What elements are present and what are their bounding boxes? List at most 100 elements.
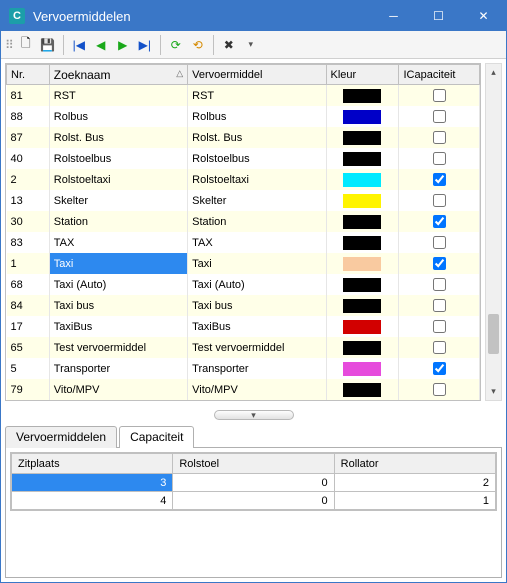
table-row[interactable]: 13SkelterSkelter: [7, 190, 480, 211]
cell-nr[interactable]: 68: [7, 274, 50, 295]
minimize-button[interactable]: ─: [371, 1, 416, 31]
cell-capaciteit[interactable]: [399, 316, 480, 337]
cell-zoeknaam[interactable]: Transporter: [49, 358, 187, 379]
cell-vervoermiddel[interactable]: Rolst. Bus: [188, 127, 326, 148]
cell-zoeknaam[interactable]: Rolstoeltaxi: [49, 169, 187, 190]
cell-kleur[interactable]: [326, 85, 399, 107]
cell-kleur[interactable]: [326, 274, 399, 295]
save-button[interactable]: 💾: [38, 35, 58, 55]
table-row[interactable]: 84Taxi busTaxi bus: [7, 295, 480, 316]
cell-nr[interactable]: 87: [7, 127, 50, 148]
capaciteit-checkbox[interactable]: [433, 278, 446, 291]
cell-vervoermiddel[interactable]: Rolstoeltaxi: [188, 169, 326, 190]
main-grid[interactable]: Nr. Zoeknaam△ Vervoermiddel Kleur ICapac…: [5, 63, 481, 401]
cell-rollator[interactable]: 1: [334, 492, 495, 510]
cell-vervoermiddel[interactable]: RST: [188, 85, 326, 107]
cell-rolstoel[interactable]: 0: [173, 492, 334, 510]
capaciteit-checkbox[interactable]: [433, 131, 446, 144]
cell-zoeknaam[interactable]: TAX: [49, 232, 187, 253]
cell-capaciteit[interactable]: [399, 295, 480, 316]
cell-nr[interactable]: 30: [7, 211, 50, 232]
capaciteit-checkbox[interactable]: [433, 194, 446, 207]
cell-capaciteit[interactable]: [399, 274, 480, 295]
last-button[interactable]: ▶|: [135, 35, 155, 55]
col-nr[interactable]: Nr.: [7, 65, 50, 85]
next-button[interactable]: ▶: [113, 35, 133, 55]
cell-kleur[interactable]: [326, 106, 399, 127]
cell-capaciteit[interactable]: [399, 106, 480, 127]
col-zitplaats[interactable]: Zitplaats: [12, 454, 173, 474]
refresh-button[interactable]: ⟳: [166, 35, 186, 55]
undo-button[interactable]: ⟲: [188, 35, 208, 55]
col-rollator[interactable]: Rollator: [334, 454, 495, 474]
capaciteit-checkbox[interactable]: [433, 215, 446, 228]
capaciteit-checkbox[interactable]: [433, 362, 446, 375]
cell-capaciteit[interactable]: [399, 190, 480, 211]
cell-zoeknaam[interactable]: Station: [49, 211, 187, 232]
cell-kleur[interactable]: [326, 211, 399, 232]
cell-capaciteit[interactable]: [399, 127, 480, 148]
cell-kleur[interactable]: [326, 316, 399, 337]
cell-kleur[interactable]: [326, 232, 399, 253]
capaciteit-checkbox[interactable]: [433, 257, 446, 270]
first-button[interactable]: |◀: [69, 35, 89, 55]
col-capaciteit[interactable]: ICapaciteit: [399, 65, 480, 85]
cell-nr[interactable]: 88: [7, 106, 50, 127]
capaciteit-checkbox[interactable]: [433, 341, 446, 354]
table-row[interactable]: 68Taxi (Auto)Taxi (Auto): [7, 274, 480, 295]
table-row[interactable]: 65Test vervoermiddelTest vervoermiddel: [7, 337, 480, 358]
capaciteit-checkbox[interactable]: [433, 236, 446, 249]
cell-vervoermiddel[interactable]: Taxi (Auto): [188, 274, 326, 295]
cell-nr[interactable]: 65: [7, 337, 50, 358]
cell-vervoermiddel[interactable]: Transporter: [188, 358, 326, 379]
cell-zoeknaam[interactable]: Rolbus: [49, 106, 187, 127]
cell-nr[interactable]: 13: [7, 190, 50, 211]
cell-nr[interactable]: 84: [7, 295, 50, 316]
cell-zoeknaam[interactable]: Taxi (Auto): [49, 274, 187, 295]
col-vervoermiddel[interactable]: Vervoermiddel: [188, 65, 326, 85]
cell-nr[interactable]: 5: [7, 358, 50, 379]
table-row[interactable]: 81RSTRST: [7, 85, 480, 107]
capaciteit-checkbox[interactable]: [433, 110, 446, 123]
col-rolstoel[interactable]: Rolstoel: [173, 454, 334, 474]
capaciteit-checkbox[interactable]: [433, 173, 446, 186]
cell-vervoermiddel[interactable]: Taxi: [188, 253, 326, 274]
table-row[interactable]: 2RolstoeltaxiRolstoeltaxi: [7, 169, 480, 190]
capaciteit-checkbox[interactable]: [433, 89, 446, 102]
cell-kleur[interactable]: [326, 379, 399, 400]
cell-capaciteit[interactable]: [399, 148, 480, 169]
cell-nr[interactable]: 40: [7, 148, 50, 169]
cell-vervoermiddel[interactable]: Test vervoermiddel: [188, 337, 326, 358]
table-row[interactable]: 79Vito/MPVVito/MPV: [7, 379, 480, 400]
cell-capaciteit[interactable]: [399, 358, 480, 379]
splitter-handle-icon[interactable]: ▾: [214, 410, 294, 420]
cell-rolstoel[interactable]: 0: [173, 474, 334, 492]
col-kleur[interactable]: Kleur: [326, 65, 399, 85]
tab-vervoermiddelen[interactable]: Vervoermiddelen: [5, 426, 117, 448]
tab-capaciteit[interactable]: Capaciteit: [119, 426, 194, 448]
scroll-down-icon[interactable]: ▾: [486, 383, 501, 400]
cell-nr[interactable]: 17: [7, 316, 50, 337]
cell-nr[interactable]: 83: [7, 232, 50, 253]
cell-kleur[interactable]: [326, 295, 399, 316]
titlebar[interactable]: C Vervoermiddelen ─ ☐ ✕: [1, 1, 506, 31]
table-row[interactable]: 5TransporterTransporter: [7, 358, 480, 379]
capaciteit-checkbox[interactable]: [433, 299, 446, 312]
cell-zitplaats[interactable]: 4: [12, 492, 173, 510]
cell-kleur[interactable]: [326, 169, 399, 190]
cell-kleur[interactable]: [326, 337, 399, 358]
scroll-up-icon[interactable]: ▴: [486, 64, 501, 81]
cell-zoeknaam[interactable]: Rolstoelbus: [49, 148, 187, 169]
cell-vervoermiddel[interactable]: Taxi bus: [188, 295, 326, 316]
table-row[interactable]: 302: [12, 474, 496, 492]
close-button[interactable]: ✕: [461, 1, 506, 31]
table-row[interactable]: 87Rolst. BusRolst. Bus: [7, 127, 480, 148]
table-row[interactable]: 401: [12, 492, 496, 510]
cell-kleur[interactable]: [326, 127, 399, 148]
cell-zoeknaam[interactable]: Taxi bus: [49, 295, 187, 316]
cell-capaciteit[interactable]: [399, 379, 480, 400]
cell-vervoermiddel[interactable]: Rolstoelbus: [188, 148, 326, 169]
cell-zoeknaam[interactable]: Vito/MPV: [49, 379, 187, 400]
cell-vervoermiddel[interactable]: TAX: [188, 232, 326, 253]
cell-nr[interactable]: 79: [7, 379, 50, 400]
